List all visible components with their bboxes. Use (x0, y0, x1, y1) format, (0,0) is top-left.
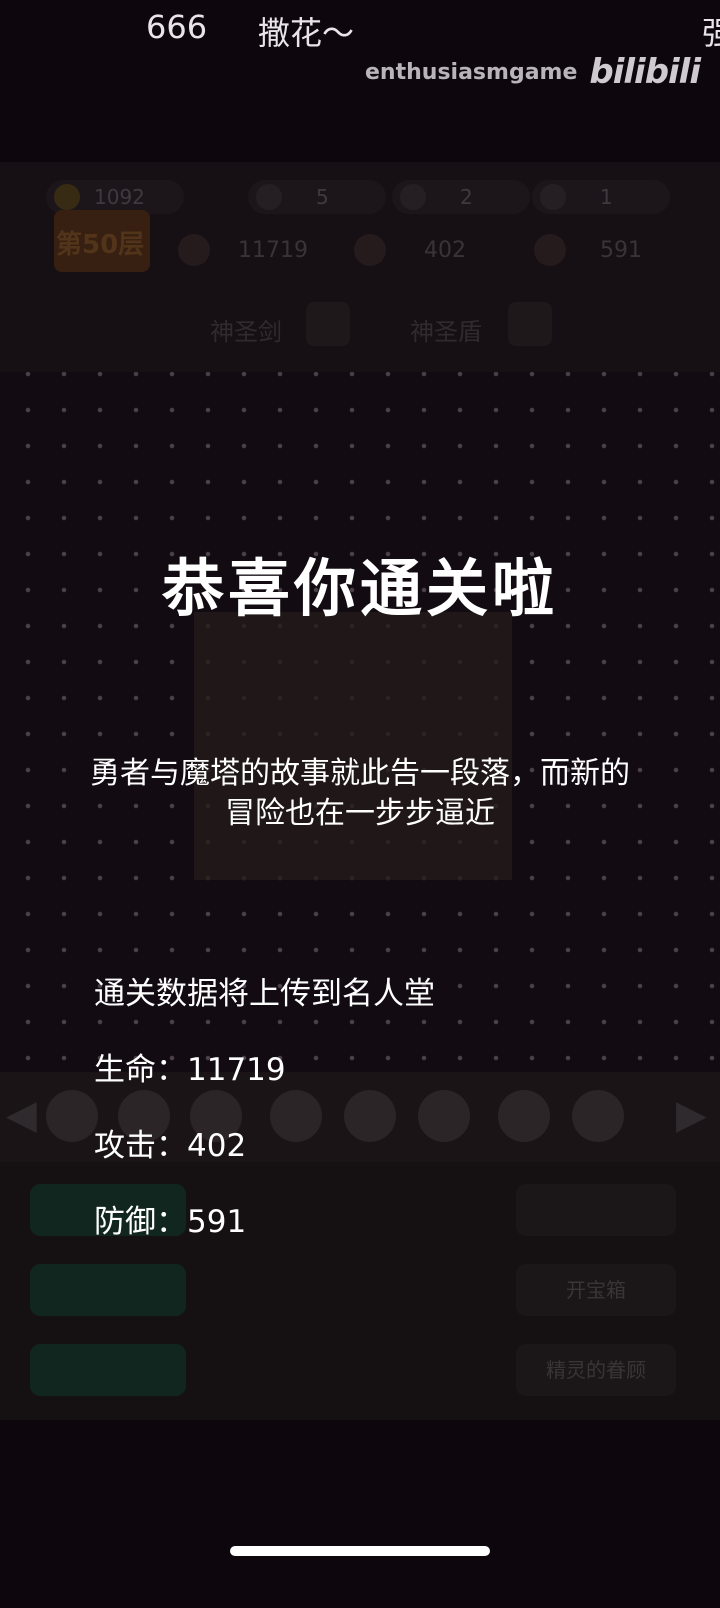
spirit-blessing-button: 精灵的眷顾 (516, 1344, 676, 1396)
bilibili-logo: bilibili (589, 52, 701, 92)
board-center-tile (194, 612, 512, 880)
floor-badge: 第50层 (54, 210, 150, 272)
attack-value: 402 (424, 238, 466, 263)
key-counter: 2 (392, 180, 530, 214)
item-slot (572, 1090, 624, 1142)
sword-icon (306, 302, 350, 346)
arrow-right-icon: ▶ (676, 1092, 707, 1138)
key-counter: 5 (248, 180, 386, 214)
item-slot (344, 1090, 396, 1142)
hp-value: 11719 (238, 238, 308, 263)
arrow-left-icon: ◀ (6, 1092, 37, 1138)
equipped-weapon: 神圣剑 (210, 318, 282, 346)
item-slot (498, 1090, 550, 1142)
key-icon (540, 184, 566, 210)
floor-label: 第50层 (56, 230, 145, 260)
home-indicator[interactable] (230, 1546, 490, 1556)
key-value: 1 (600, 185, 613, 209)
victory-title: 恭喜你通关啦 (161, 552, 558, 625)
equipped-armor: 神圣盾 (410, 318, 482, 346)
shield-icon (508, 302, 552, 346)
open-chest-button: 开宝箱 (516, 1264, 676, 1316)
danmaku-comment: 撒花～ (258, 14, 355, 52)
danmaku-layer: 666 撒花～ 强 enthusiasmgame bilibili (0, 0, 720, 92)
item-slot (418, 1090, 470, 1142)
key-value: 5 (316, 185, 329, 209)
menu-button (30, 1264, 186, 1316)
game-hud: 1092 5 2 1 第50层 11719 402 591 神圣剑 神圣盾 (0, 162, 720, 372)
gold-counter: 1092 (46, 180, 184, 214)
key-icon (400, 184, 426, 210)
shield-icon (534, 234, 566, 266)
coin-icon (54, 184, 80, 210)
menu-button (30, 1344, 186, 1396)
key-icon (256, 184, 282, 210)
video-watermark: enthusiasmgame bilibili (365, 52, 701, 92)
sword-icon (354, 234, 386, 266)
key-value: 2 (460, 185, 473, 209)
final-attack: 攻击：402 (94, 1128, 247, 1164)
upload-notice: 通关数据将上传到名人堂 (94, 976, 435, 1012)
story-text: 勇者与魔塔的故事就此告一段落，而新的冒险也在一步步逼近 (90, 756, 630, 831)
gold-value: 1092 (94, 185, 145, 209)
game-board (0, 372, 720, 1072)
menu-button-right (516, 1184, 676, 1236)
item-slot (270, 1090, 322, 1142)
key-counter: 1 (532, 180, 670, 214)
final-hp: 生命：11719 (94, 1052, 286, 1088)
watermark-user: enthusiasmgame (365, 59, 578, 85)
item-slot (46, 1090, 98, 1142)
heart-icon (178, 234, 210, 266)
danmaku-comment: 强 (702, 14, 720, 52)
defense-value: 591 (600, 238, 642, 263)
final-defense: 防御：591 (94, 1204, 247, 1240)
danmaku-comment: 666 (146, 8, 208, 46)
